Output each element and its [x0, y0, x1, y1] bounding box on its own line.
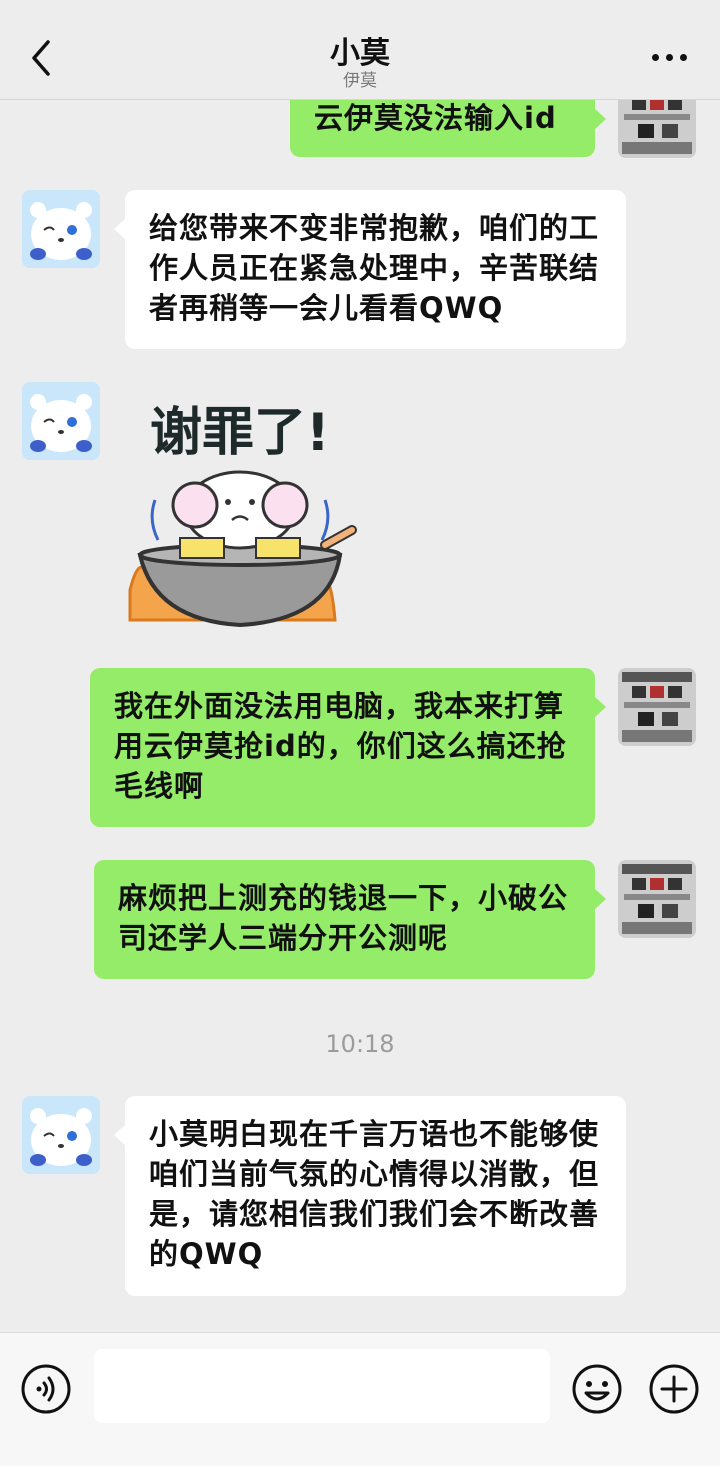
message-bubble-contact[interactable]: 给您带来不变非常抱歉，咱们的工作人员正在紧急处理中，辛苦联结者再稍等一会儿看看Q…	[114, 190, 626, 349]
message-bubble-contact[interactable]: 小莫明白现在千言万语也不能够使咱们当前气氛的心情得以消散，但是，请您相信我们我们…	[114, 1096, 626, 1296]
message-bubble-self[interactable]: 我在外面没法用电脑，我本来打算用云伊莫抢id的，你们这么搞还抢毛线啊	[90, 668, 606, 827]
contact-avatar[interactable]	[22, 190, 100, 268]
emoji-icon	[572, 1364, 622, 1414]
message-text: 给您带来不变非常抱歉，咱们的工作人员正在紧急处理中，辛苦联结者再稍等一会儿看看Q…	[149, 211, 600, 325]
chat-header: 小莫 伊莫	[0, 0, 720, 100]
self-avatar[interactable]	[618, 860, 696, 938]
contact-avatar[interactable]	[22, 382, 100, 460]
chat-subtitle: 伊莫	[343, 71, 377, 91]
plus-icon	[649, 1364, 699, 1414]
voice-icon	[21, 1364, 71, 1414]
message-text: 我在外面没法用电脑，我本来打算用云伊莫抢id的，你们这么搞还抢毛线啊	[114, 689, 567, 803]
message-input[interactable]	[94, 1349, 550, 1423]
message-text: 小莫明白现在千言万语也不能够使咱们当前气氛的心情得以消散，但是，请您相信我们我们…	[149, 1117, 600, 1271]
contact-avatar[interactable]	[22, 1096, 100, 1174]
message-timestamp: 10:18	[325, 1030, 395, 1058]
emoji-button[interactable]	[571, 1363, 623, 1415]
more-button[interactable]	[650, 52, 690, 64]
more-dots-icon	[652, 54, 659, 61]
message-text: 麻烦把上测充的钱退一下，小破公司还学人三端分开公测呢	[118, 881, 569, 955]
input-bar	[0, 1332, 720, 1466]
self-avatar[interactable]	[618, 668, 696, 746]
sticker-image[interactable]: 谢罪了!	[120, 380, 380, 640]
sticker-caption: 谢罪了!	[150, 403, 330, 463]
voice-button[interactable]	[20, 1363, 72, 1415]
plus-button[interactable]	[648, 1363, 700, 1415]
message-text: 云伊莫没法输入id	[314, 101, 557, 135]
message-bubble-self[interactable]: 麻烦把上测充的钱退一下，小破公司还学人三端分开公测呢	[94, 860, 606, 979]
